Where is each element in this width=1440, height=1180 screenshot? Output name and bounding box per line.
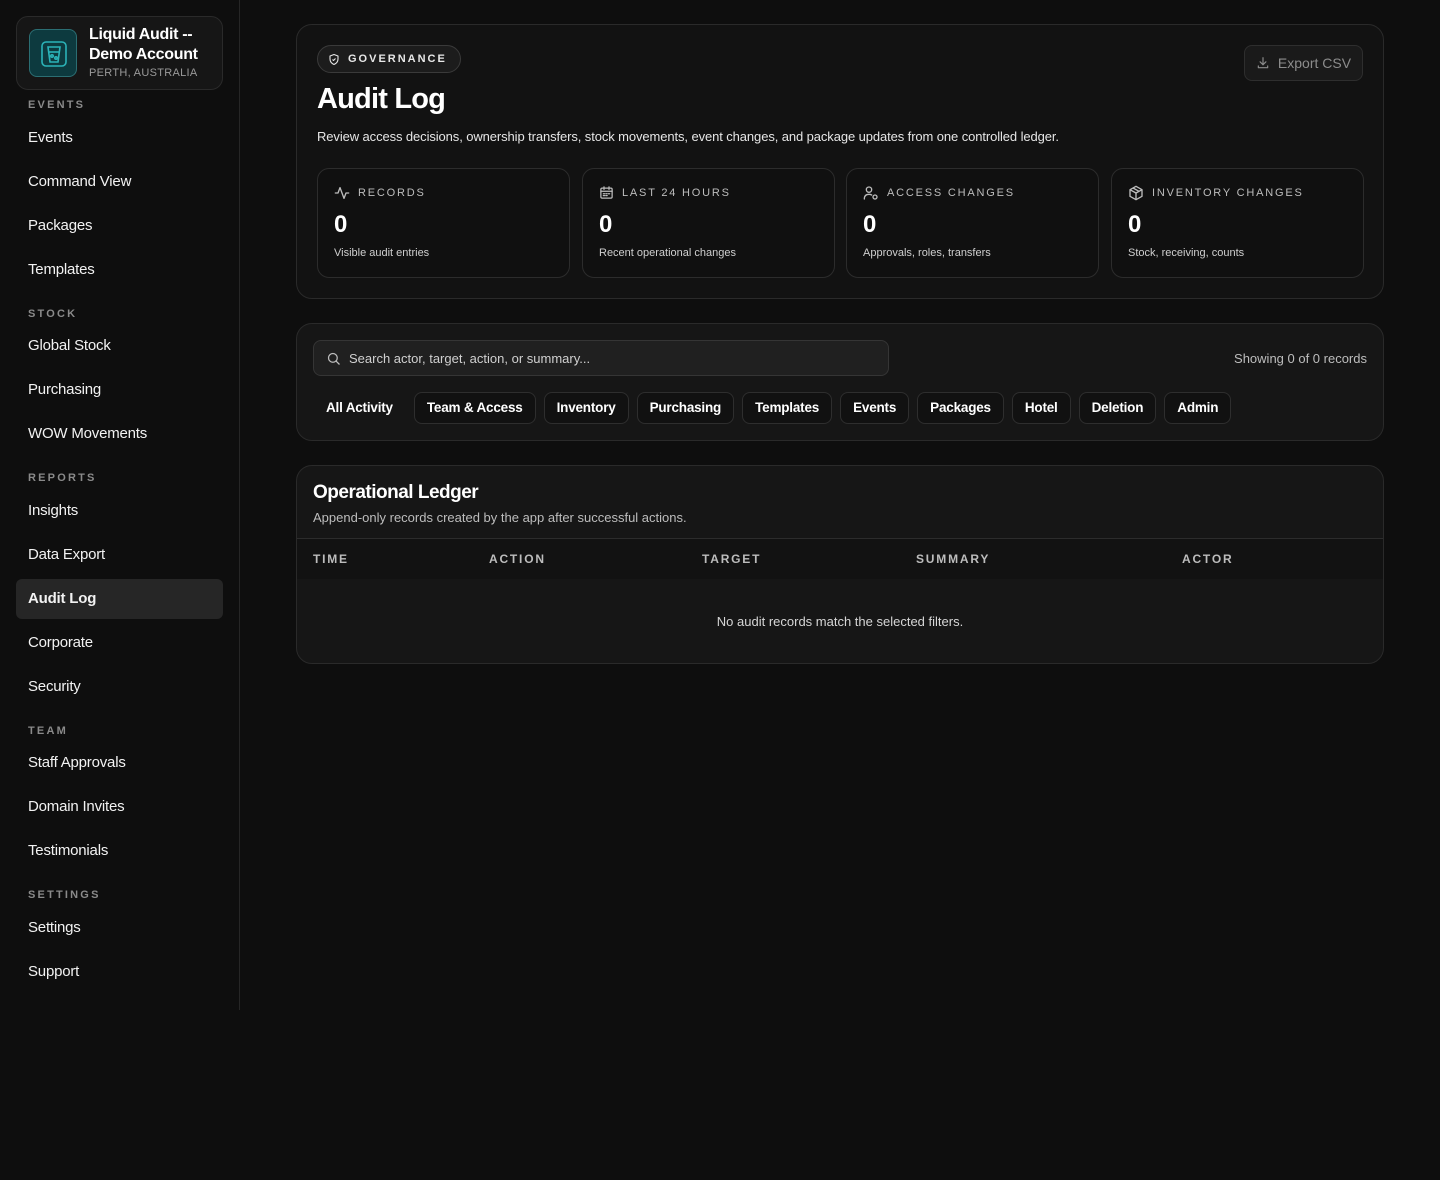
activity-icon — [334, 187, 350, 199]
stat-label: RECORDS — [358, 187, 426, 199]
column-header-summary[interactable]: SUMMARY — [916, 539, 990, 579]
filter-chips: All Activity Team & Access Inventory Pur… — [313, 392, 1232, 424]
page-title: Audit Log — [317, 83, 446, 115]
sidebar-item-command-view[interactable]: Command View — [16, 162, 223, 202]
export-csv-button[interactable]: Export CSV — [1244, 45, 1363, 81]
sidebar-item-packages[interactable]: Packages — [16, 206, 223, 246]
user-cog-icon — [863, 186, 878, 200]
sidebar-item-insights[interactable]: Insights — [16, 491, 223, 531]
table-header: TIME ACTION TARGET SUMMARY ACTOR — [297, 539, 1383, 579]
filter-chip-events[interactable]: Events — [840, 392, 910, 424]
stat-label: ACCESS CHANGES — [887, 187, 1015, 199]
app-root: Liquid Audit -- Demo Account PERTH, AUST… — [0, 0, 1440, 1180]
sidebar: Liquid Audit -- Demo Account PERTH, AUST… — [0, 0, 240, 1010]
search-input[interactable] — [349, 350, 888, 366]
filter-chip-inventory[interactable]: Inventory — [543, 392, 629, 424]
nav-section-events: EVENTS — [28, 99, 86, 111]
filter-chip-team-access[interactable]: Team & Access — [413, 392, 536, 424]
stat-card-records: RECORDS 0 Visible audit entries — [317, 168, 570, 278]
column-header-action[interactable]: ACTION — [489, 539, 546, 579]
stat-card-access-changes: ACCESS CHANGES 0 Approvals, roles, trans… — [846, 168, 1099, 278]
audit-log-header-card: GOVERNANCE Export CSV Audit Log Review a… — [296, 24, 1384, 299]
search-box[interactable] — [313, 340, 889, 376]
ledger-subtitle: Append-only records created by the app a… — [313, 510, 687, 525]
sidebar-item-global-stock[interactable]: Global Stock — [16, 326, 223, 366]
stat-value: 0 — [334, 211, 348, 238]
stat-header-inventory-changes: INVENTORY CHANGES — [1128, 185, 1304, 201]
filter-chip-hotel[interactable]: Hotel — [1011, 392, 1071, 424]
sidebar-item-data-export[interactable]: Data Export — [16, 535, 223, 575]
filter-chip-admin[interactable]: Admin — [1164, 392, 1232, 424]
filter-chip-templates[interactable]: Templates — [742, 392, 833, 424]
stat-card-inventory-changes: INVENTORY CHANGES 0 Stock, receiving, co… — [1111, 168, 1364, 278]
page-description: Review access decisions, ownership trans… — [317, 129, 1059, 144]
nav-section-stock: STOCK — [28, 308, 78, 320]
governance-badge: GOVERNANCE — [317, 45, 461, 73]
stat-header-last-24-hours: LAST 24 HOURS — [599, 185, 731, 200]
sidebar-item-events[interactable]: Events — [16, 118, 223, 158]
sidebar-item-purchasing[interactable]: Purchasing — [16, 370, 223, 410]
sidebar-item-staff-approvals[interactable]: Staff Approvals — [16, 743, 223, 783]
filters-card: Showing 0 of 0 records All Activity Team… — [296, 323, 1384, 441]
nav-section-reports: REPORTS — [28, 472, 97, 484]
download-icon — [1257, 57, 1269, 69]
stat-card-last-24-hours: LAST 24 HOURS 0 Recent operational chang… — [582, 168, 835, 278]
nav-section-team: TEAM — [28, 725, 68, 737]
ledger-title: Operational Ledger — [313, 482, 479, 503]
sidebar-item-support[interactable]: Support — [16, 952, 223, 992]
search-icon — [327, 352, 340, 365]
sidebar-item-domain-invites[interactable]: Domain Invites — [16, 787, 223, 827]
calendar-icon — [600, 186, 613, 199]
stat-caption: Stock, receiving, counts — [1128, 247, 1245, 259]
filter-chip-packages[interactable]: Packages — [917, 392, 1004, 424]
sidebar-item-settings[interactable]: Settings — [16, 908, 223, 948]
sidebar-item-audit-log[interactable]: Audit Log — [16, 579, 223, 619]
stat-label: LAST 24 HOURS — [622, 186, 731, 199]
export-csv-label: Export CSV — [1277, 55, 1352, 71]
column-header-time[interactable]: TIME — [313, 539, 349, 579]
stat-value: 0 — [599, 211, 613, 238]
stat-caption: Approvals, roles, transfers — [863, 247, 991, 259]
sidebar-item-testimonials[interactable]: Testimonials — [16, 831, 223, 871]
nav-section-settings: SETTINGS — [28, 889, 101, 901]
sidebar-item-wow-movements[interactable]: WOW Movements — [16, 414, 223, 454]
stat-caption: Visible audit entries — [334, 247, 430, 259]
account-switcher[interactable]: Liquid Audit -- Demo Account PERTH, AUST… — [16, 16, 223, 90]
filter-chip-purchasing[interactable]: Purchasing — [636, 392, 735, 424]
stat-header-access-changes: ACCESS CHANGES — [863, 185, 1015, 201]
stat-value: 0 — [863, 211, 877, 238]
column-header-actor[interactable]: ACTOR — [1182, 539, 1233, 579]
brand-logo-icon — [29, 29, 77, 77]
filter-chip-deletion[interactable]: Deletion — [1078, 392, 1157, 424]
shield-icon — [329, 53, 339, 65]
stat-caption: Recent operational changes — [599, 247, 736, 259]
stat-label: INVENTORY CHANGES — [1152, 187, 1304, 199]
stat-value: 0 — [1128, 211, 1142, 238]
sidebar-item-templates[interactable]: Templates — [16, 250, 223, 290]
sidebar-item-security[interactable]: Security — [16, 667, 223, 707]
sidebar-item-corporate[interactable]: Corporate — [16, 623, 223, 663]
operational-ledger-card: Operational Ledger Append-only records c… — [296, 465, 1384, 664]
stat-header-records: RECORDS — [334, 185, 426, 201]
governance-badge-label: GOVERNANCE — [348, 53, 447, 65]
filter-chip-all-activity[interactable]: All Activity — [313, 392, 406, 424]
account-location: PERTH, AUSTRALIA — [89, 67, 198, 79]
account-name: Liquid Audit -- Demo Account — [89, 26, 198, 63]
package-icon — [1129, 185, 1143, 201]
empty-state-message: No audit records match the selected filt… — [716, 614, 964, 629]
records-count: Showing 0 of 0 records — [1234, 351, 1367, 366]
column-header-target[interactable]: TARGET — [702, 539, 761, 579]
